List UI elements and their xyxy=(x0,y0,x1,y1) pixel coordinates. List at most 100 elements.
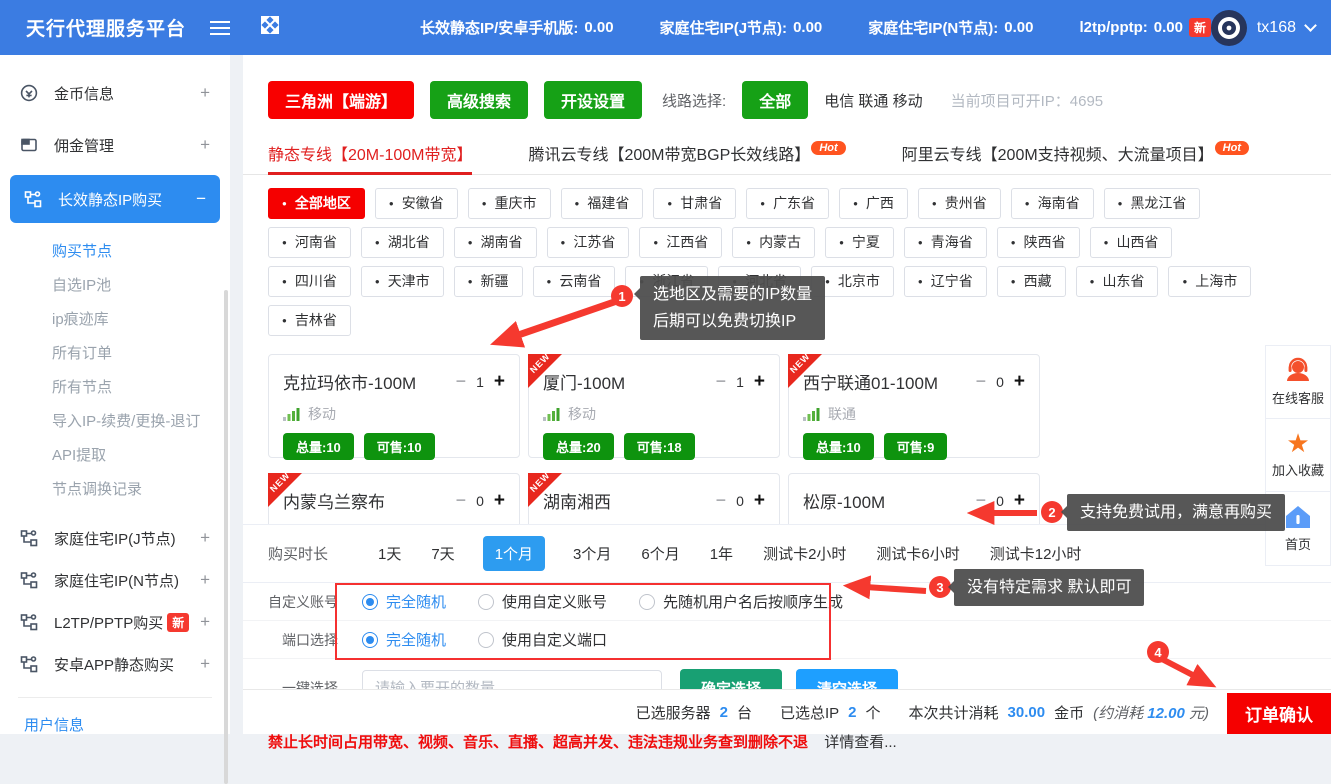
plus-button[interactable]: + xyxy=(754,371,765,393)
account-radio-option[interactable]: 完全随机 xyxy=(362,591,446,612)
expand-plus-icon[interactable]: + xyxy=(200,612,210,632)
region-chip[interactable]: 辽宁省 xyxy=(904,266,987,297)
sidebar-submenu-item[interactable]: 所有节点 xyxy=(0,371,230,405)
sidebar-submenu-item[interactable]: 导入IP-续费/更换-退订 xyxy=(0,405,230,439)
product-tab[interactable]: 静态专线【20M-100M带宽】 xyxy=(268,133,472,175)
duration-option[interactable]: 测试卡12小时 xyxy=(988,536,1084,571)
sidebar-item-group[interactable]: 家庭住宅IP(J节点) + xyxy=(0,517,230,559)
expand-plus-icon[interactable]: + xyxy=(200,570,210,590)
region-chip[interactable]: 新疆 xyxy=(454,266,523,297)
username[interactable]: tx168 xyxy=(1257,19,1296,37)
port-radio-option[interactable]: 使用自定义端口 xyxy=(478,629,607,650)
sidebar-item-commission[interactable]: 佣金管理 + xyxy=(0,119,230,171)
expand-plus-icon[interactable]: + xyxy=(200,135,210,155)
duration-option[interactable]: 7天 xyxy=(429,536,456,571)
region-chip[interactable]: 海南省 xyxy=(1011,188,1094,219)
region-chip[interactable]: 山东省 xyxy=(1076,266,1159,297)
project-button[interactable]: 三角洲【端游】 xyxy=(268,81,414,119)
region-chip[interactable]: 天津市 xyxy=(361,266,444,297)
region-chip[interactable]: 西藏 xyxy=(997,266,1066,297)
region-chip[interactable]: 江西省 xyxy=(639,227,722,258)
details-link[interactable]: 详情查看... xyxy=(824,734,897,751)
region-chip[interactable]: 贵州省 xyxy=(918,188,1001,219)
radio-icon[interactable] xyxy=(362,594,378,610)
region-chip[interactable]: 吉林省 xyxy=(268,305,351,336)
region-chip[interactable]: 云南省 xyxy=(533,266,616,297)
minus-button[interactable]: − xyxy=(456,490,467,511)
fullscreen-icon[interactable] xyxy=(260,15,280,40)
avatar[interactable] xyxy=(1211,10,1247,46)
radio-icon[interactable] xyxy=(478,594,494,610)
duration-option[interactable]: 1个月 xyxy=(483,536,545,571)
expand-plus-icon[interactable]: + xyxy=(200,528,210,548)
online-support-button[interactable]: 在线客服 xyxy=(1266,346,1330,419)
open-settings-button[interactable]: 开设设置 xyxy=(544,81,642,119)
duration-option[interactable]: 3个月 xyxy=(571,536,613,571)
region-chip[interactable]: 山西省 xyxy=(1090,227,1173,258)
region-chip[interactable]: 甘肃省 xyxy=(653,188,736,219)
region-chip[interactable]: 青海省 xyxy=(904,227,987,258)
order-confirm-button[interactable]: 订单确认 xyxy=(1227,693,1331,734)
sidebar-submenu-item[interactable]: 自选IP池 xyxy=(0,269,230,303)
line-options[interactable]: 电信 联通 移动 xyxy=(824,90,922,111)
minus-button[interactable]: − xyxy=(716,371,727,392)
product-tab[interactable]: 阿里云专线【200M支持视频、大流量项目】Hot xyxy=(902,133,1249,175)
sidebar-item-group[interactable]: L2TP/PPTP购买 新 + xyxy=(0,601,230,643)
expand-plus-icon[interactable]: + xyxy=(200,83,210,103)
menu-toggle-icon[interactable] xyxy=(210,27,230,29)
line-all-button[interactable]: 全部 xyxy=(742,81,808,119)
region-chip[interactable]: 江苏省 xyxy=(547,227,630,258)
sidebar-item-group[interactable]: 安卓APP静态购买 + xyxy=(0,643,230,685)
region-chip[interactable]: 福建省 xyxy=(561,188,644,219)
region-chip[interactable]: 湖南省 xyxy=(454,227,537,258)
sidebar-submenu-item[interactable]: ip痕迹库 xyxy=(0,303,230,337)
sidebar-item-group[interactable]: 家庭住宅IP(N节点) + xyxy=(0,559,230,601)
sidebar-item-user-info[interactable]: 用户信息 xyxy=(0,698,230,751)
sidebar-submenu-item[interactable]: API提取 xyxy=(0,439,230,473)
expand-plus-icon[interactable]: + xyxy=(200,654,210,674)
region-chip[interactable]: 上海市 xyxy=(1168,266,1251,297)
region-chip[interactable]: 陕西省 xyxy=(997,227,1080,258)
radio-icon[interactable] xyxy=(478,632,494,648)
plus-button[interactable]: + xyxy=(1014,371,1025,393)
region-chip[interactable]: 广西 xyxy=(839,188,908,219)
sidebar-item-static-ip-buy[interactable]: 长效静态IP购买 − xyxy=(10,175,220,223)
region-chip[interactable]: 全部地区 xyxy=(268,188,365,219)
region-chip[interactable]: 四川省 xyxy=(268,266,351,297)
minus-button[interactable]: − xyxy=(976,490,987,511)
collapse-minus-icon[interactable]: − xyxy=(196,189,206,209)
port-radio-option[interactable]: 完全随机 xyxy=(362,629,446,650)
minus-button[interactable]: − xyxy=(976,371,987,392)
minus-button[interactable]: − xyxy=(716,490,727,511)
region-chip[interactable]: 安徽省 xyxy=(375,188,458,219)
account-radio-option[interactable]: 使用自定义账号 xyxy=(478,591,607,612)
radio-icon[interactable] xyxy=(639,594,655,610)
sidebar-submenu-item[interactable]: 购买节点 xyxy=(0,235,230,269)
minus-button[interactable]: − xyxy=(456,371,467,392)
duration-option[interactable]: 1年 xyxy=(708,536,735,571)
plus-button[interactable]: + xyxy=(1014,490,1025,512)
sidebar-item-coin-info[interactable]: 金币信息 + xyxy=(0,67,230,119)
region-chip[interactable]: 黑龙江省 xyxy=(1104,188,1201,219)
duration-option[interactable]: 测试卡2小时 xyxy=(761,536,848,571)
region-chip[interactable]: 重庆市 xyxy=(468,188,551,219)
region-chip[interactable]: 河南省 xyxy=(268,227,351,258)
duration-option[interactable]: 1天 xyxy=(376,536,403,571)
sidebar-submenu-item[interactable]: 所有订单 xyxy=(0,337,230,371)
plus-button[interactable]: + xyxy=(754,490,765,512)
region-chip[interactable]: 湖北省 xyxy=(361,227,444,258)
plus-button[interactable]: + xyxy=(494,490,505,512)
sidebar-scrollbar[interactable] xyxy=(224,290,228,784)
region-chip[interactable]: 广东省 xyxy=(746,188,829,219)
advanced-search-button[interactable]: 高级搜索 xyxy=(430,81,528,119)
duration-option[interactable]: 测试卡6小时 xyxy=(874,536,961,571)
plus-button[interactable]: + xyxy=(494,371,505,393)
radio-icon[interactable] xyxy=(362,632,378,648)
add-favorite-button[interactable]: ★ 加入收藏 xyxy=(1266,419,1330,492)
duration-option[interactable]: 6个月 xyxy=(639,536,681,571)
user-menu[interactable]: tx168 xyxy=(1211,0,1315,55)
chevron-down-icon[interactable] xyxy=(1304,19,1317,32)
product-tab[interactable]: 腾讯云专线【200M带宽BGP长效线路】Hot xyxy=(528,133,845,175)
sidebar-submenu-item[interactable]: 节点调换记录 xyxy=(0,473,230,507)
region-chip[interactable]: 宁夏 xyxy=(825,227,894,258)
